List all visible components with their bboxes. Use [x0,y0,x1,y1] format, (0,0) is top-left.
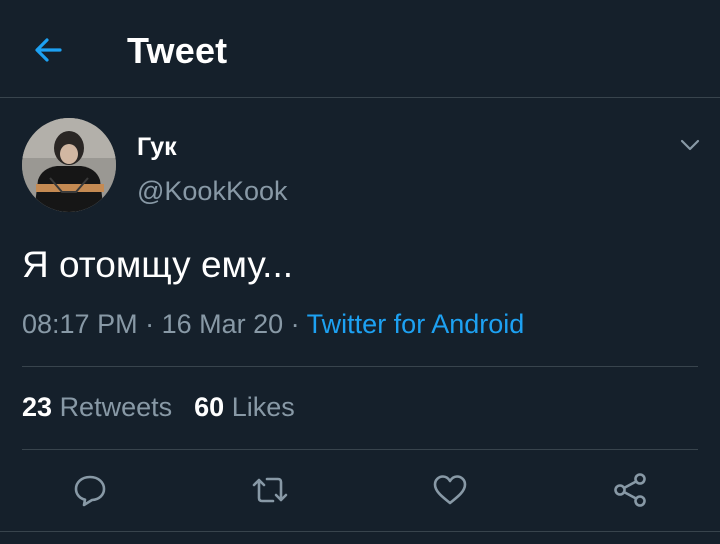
like-button[interactable] [430,470,470,510]
retweet-button[interactable] [250,470,290,510]
divider [0,531,720,532]
divider [22,449,698,450]
meta-separator: · [137,309,162,339]
header-bar: Tweet [0,0,720,98]
reply-button[interactable] [70,470,110,510]
meta-separator: · [283,309,307,339]
tweet-metadata: 08:17 PM · 16 Mar 20 · Twitter for Andro… [22,309,524,340]
tweet-date: 16 Mar 20 [161,309,284,339]
author-name[interactable]: Гук [137,133,177,162]
avatar[interactable] [22,118,116,212]
divider [22,366,698,367]
chevron-down-icon [680,139,700,151]
likes-label: Likes [231,392,295,422]
tweet-text: Я отомщу ему... [22,244,294,285]
like-icon [433,475,467,505]
more-options-button[interactable] [676,134,704,156]
arrow-left-icon [35,38,62,62]
share-icon [614,473,646,507]
tweet-source-link[interactable]: Twitter for Android [307,309,525,339]
engagement-stats: 23 Retweets 60 Likes [22,392,295,423]
back-button[interactable] [28,30,68,70]
profile-photo [22,118,116,212]
retweets-count: 23 [22,392,53,422]
retweets-label: Retweets [59,392,173,422]
likes-stat[interactable]: 60 Likes [194,392,295,422]
tweet-time: 08:17 PM [22,309,138,339]
author-handle[interactable]: @KookKook [137,176,288,207]
retweets-stat[interactable]: 23 Retweets [22,392,172,422]
likes-count: 60 [194,392,225,422]
share-button[interactable] [610,470,650,510]
retweet-icon [252,477,288,503]
reply-icon [74,475,106,507]
page-title: Tweet [127,30,228,71]
